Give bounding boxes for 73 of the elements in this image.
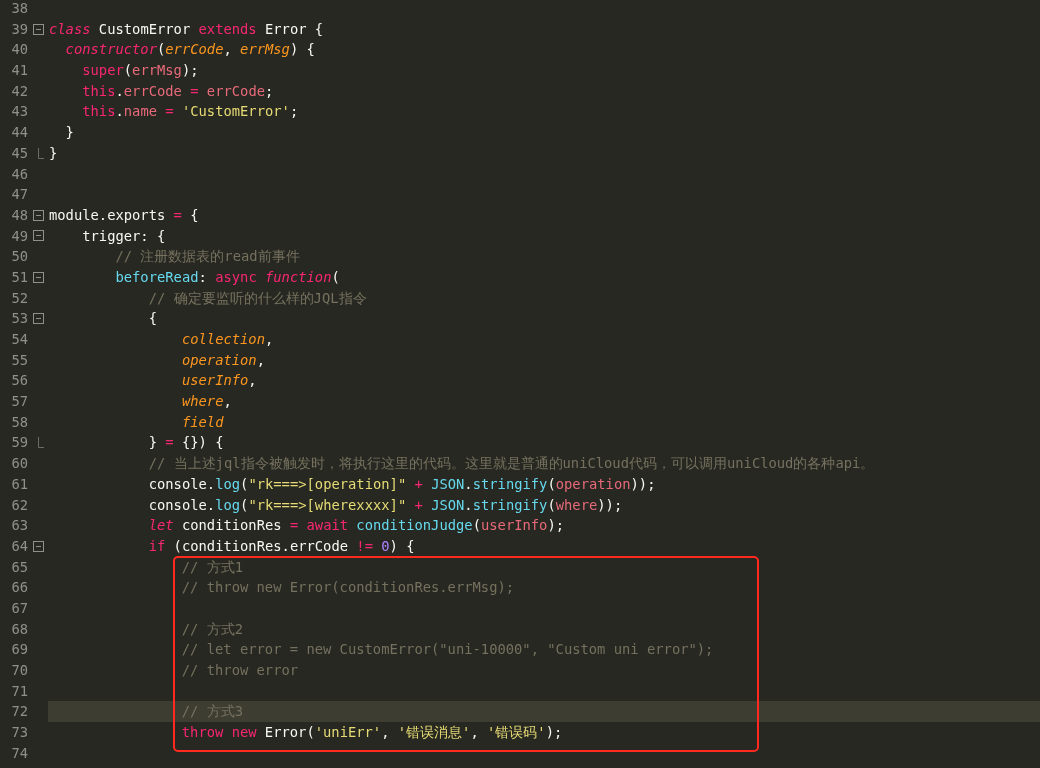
code-line: // let error = new CustomError("uni-10000", "Custom uni error"); <box>180 641 714 658</box>
line-number: 73 <box>10 723 28 743</box>
line-number: 57 <box>10 392 28 412</box>
code-line: collection, <box>180 331 274 347</box>
collapse-icon[interactable] <box>32 23 44 35</box>
code-line: userInfo, <box>180 372 257 389</box>
line-number: 48 <box>10 205 28 225</box>
line-number: 69 <box>10 640 28 660</box>
line-number: 66 <box>10 578 28 598</box>
line-number: 56 <box>10 371 28 391</box>
line-number: 74 <box>10 743 28 763</box>
code-line: constructor(errCode, errMsg) { <box>64 41 315 58</box>
line-number: 59 <box>10 433 28 453</box>
code-line: } <box>49 144 58 161</box>
code-line: // 当上述jql指令被触发时，将执行这里的代码。这里就是普通的uniCloud代码，可以调用uniCloud的各种api。 <box>147 455 875 472</box>
code-line: let conditionRes = await conditionJudge(userInfo); <box>147 517 565 534</box>
line-number: 38 <box>10 0 28 18</box>
code-line: { <box>147 310 157 327</box>
code-line: // 确定要监听的什么样的JQL指令 <box>147 289 367 306</box>
code-line: throw new Error('uniErr', '错误消息', '错误码'); <box>180 724 563 741</box>
line-number: 71 <box>10 681 28 701</box>
code-line: } = {}) { <box>147 434 224 451</box>
line-number: 70 <box>10 661 28 680</box>
code-line: // 方式1 <box>180 558 244 575</box>
line-number: 61 <box>10 474 28 494</box>
line-number: 45 <box>10 143 28 163</box>
collapse-icon[interactable] <box>32 230 44 242</box>
line-number: 68 <box>10 619 28 639</box>
line-number: 60 <box>10 454 28 474</box>
line-number: 50 <box>10 247 28 267</box>
line-number: 53 <box>10 309 28 329</box>
line-number: 64 <box>10 536 28 556</box>
line-number: 51 <box>10 267 28 287</box>
code-line: this.name = 'CustomError'; <box>81 103 299 120</box>
collapse-icon[interactable] <box>32 313 44 325</box>
code-line: // 方式2 <box>180 620 244 637</box>
line-number: 72 <box>10 702 28 722</box>
line-number: 43 <box>10 102 28 122</box>
line-number: 67 <box>10 598 28 618</box>
collapse-icon[interactable] <box>32 209 44 221</box>
code-line: console.log("rk===>[operation]" + JSON.stringify(operation)); <box>147 475 656 492</box>
line-number: 65 <box>10 557 28 577</box>
collapse-icon[interactable] <box>32 271 44 283</box>
code-line: if (conditionRes.errCode != 0) { <box>147 537 415 554</box>
line-number: 52 <box>10 288 28 308</box>
line-number: 46 <box>10 164 28 184</box>
line-number: 39 <box>10 19 28 39</box>
code-line: trigger: { <box>81 227 166 244</box>
code-line: // 注册数据表的read前事件 <box>114 248 300 265</box>
code-line: // throw error <box>180 662 299 678</box>
line-number: 58 <box>10 412 28 432</box>
code-line: // throw new Error(conditionRes.errMsg); <box>180 579 515 596</box>
collapse-icon[interactable] <box>32 540 44 552</box>
code-line: beforeRead: async function( <box>114 268 340 285</box>
code-line: module.exports = { <box>49 206 199 223</box>
line-number: 63 <box>10 516 28 536</box>
code-line: super(errMsg); <box>81 62 199 79</box>
line-number: 62 <box>10 495 28 515</box>
code-line: this.errCode = errCode; <box>81 82 274 99</box>
line-number: 55 <box>10 350 28 370</box>
code-line: where, <box>180 393 232 410</box>
line-number: 40 <box>10 40 28 60</box>
line-number: 41 <box>10 61 28 81</box>
code-line: field <box>180 413 224 430</box>
line-number: 47 <box>10 185 28 205</box>
code-line: class CustomError extends Error { <box>49 20 324 37</box>
line-number: 42 <box>10 81 28 101</box>
code-line: operation, <box>180 351 265 368</box>
code-line: } <box>64 124 74 141</box>
line-number: 49 <box>10 226 28 246</box>
code-line: console.log("rk===>[wherexxxx]" + JSON.stringify(where)); <box>147 496 623 513</box>
line-number: 54 <box>10 330 28 349</box>
line-number: 44 <box>10 123 28 143</box>
